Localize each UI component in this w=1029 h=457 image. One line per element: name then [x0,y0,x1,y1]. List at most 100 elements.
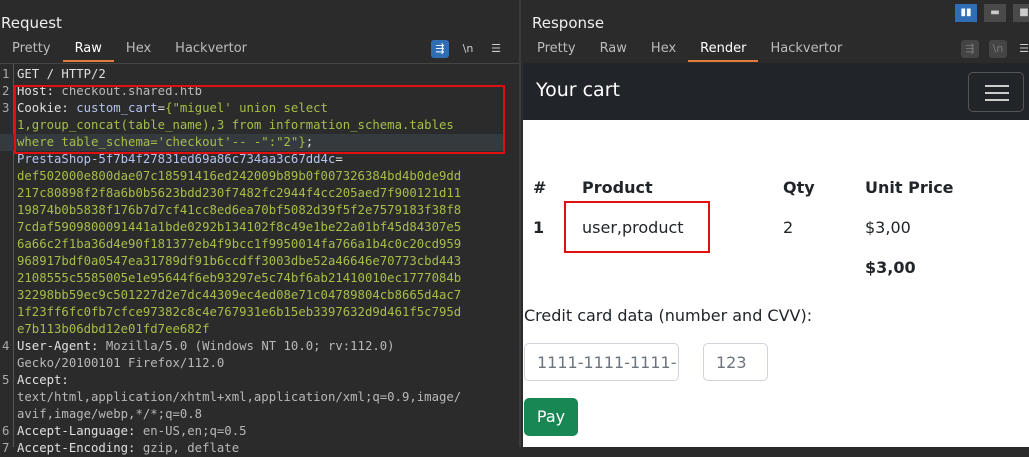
request-line: 2108555c5585005e1e95644f6eb93297e5c74bf6… [0,270,505,287]
token: = [335,152,343,166]
token: en-US,en;q=0.5 [142,424,247,438]
side-by-side-layout-icon[interactable]: ▮▮ [955,4,977,22]
token: 968917bdf0a0547ea31789df91b6ccdff3003dbe… [17,254,462,268]
brand[interactable]: Your cart [536,79,620,101]
row-qty: 2 [783,218,794,237]
token: 1f23ff6fc0fb7cfce97382c8c4e767931e6b15eb… [17,305,462,319]
line-text: e7b113b06dbd12e01fd7ee682f [17,321,210,338]
request-line: 1 GET / HTTP/2 [0,66,505,83]
request-line: 6 Accept-Language: en-US,en;q=0.5 [0,423,505,440]
line-text: Accept-Language: en-US,en;q=0.5 [17,423,247,440]
col-header-product: Product [582,178,653,197]
newline-toggle: \n [989,40,1007,58]
request-line: text/html,application/xhtml+xml,applicat… [0,389,505,406]
request-tabs: Pretty Raw Hex Hackvertor [0,40,259,62]
response-title: Response [532,14,605,32]
token: 2108555c5585005e1e95644f6eb93297e5c74bf6… [17,271,462,285]
line-text: Accept: [17,372,76,389]
line-text: avif,image/webp,*/*;q=0.8 [17,406,202,423]
request-editor[interactable]: 1 GET / HTTP/2 2 Host: checkout.shared.htb 3… [0,63,519,455]
request-line: e7b113b06dbd12e01fd7ee682f [0,321,505,338]
request-line: avif,image/webp,*/*;q=0.8 [0,406,505,423]
menu-icon[interactable]: ☰ [1015,40,1029,58]
request-line: Gecko/20100101 Firefox/112.0 [0,355,505,372]
request-tab-pretty[interactable]: Pretty [0,40,63,62]
line-text: GET / HTTP/2 [17,66,106,83]
request-line: 6a66c2f1ba36d4e90f181377eb4f9bcc1f995001… [0,236,505,253]
cc-label: Credit card data (number and CVV): [524,306,813,325]
token: e7b113b06dbd12e01fd7ee682f [17,322,210,336]
wrap-icon[interactable]: ⇶ [431,40,449,58]
menu-icon[interactable]: ☰ [487,40,505,58]
line-text: 19874b0b5838f176b7d7cf41cc8ed6ea70bf5082… [17,202,461,219]
line-text: Accept-Encoding: gzip, deflate [17,440,239,457]
menu-toggle-button[interactable] [968,72,1024,112]
response-tabs: Pretty Raw Hex Render Hackvertor [525,40,854,62]
line-number: 5 [2,373,10,387]
request-line: 5 Accept: [0,372,505,389]
response-tab-render[interactable]: Render [688,40,759,62]
line-text: 2108555c5585005e1e95644f6eb93297e5c74bf6… [17,270,461,287]
token: Accept-Encoding: [17,441,143,455]
line-text: 968917bdf0a0547ea31789df91b6ccdff3003dbe… [17,253,461,270]
row-price: $3,00 [865,218,911,237]
col-header-qty: Qty [783,178,815,197]
line-text: 32298bb59ec9c501227d2e7dc44309ec4ed08e71… [17,287,461,304]
wrap-icon: ⇶ [961,40,979,58]
card-number-input[interactable]: 1111-1111-1111-1111 [524,343,679,381]
line-text: User-Agent: Mozilla/5.0 (Windows NT 10.0… [17,338,395,355]
token: 7cdaf5909800091441a1bde0292b134102f8c49e… [17,220,462,234]
token: Accept: [17,373,77,387]
request-line: 4 User-Agent: Mozilla/5.0 (Windows NT 10.… [0,338,505,355]
stacked-layout-icon[interactable]: ▬ [984,4,1006,22]
token: 217c80898f2f8a6b0b5623bdd230f7482fc2944f… [17,186,462,200]
request-line: 32298bb59ec9c501227d2e7dc44309ec4ed08e71… [0,287,505,304]
token: 32298bb59ec9c501227d2e7dc44309ec4ed08e71… [17,288,462,302]
single-layout-icon[interactable]: ■ [1013,4,1029,22]
line-number: 3 [2,101,10,115]
line-text: def502000e800dae07c18591416ed242009b89b0… [17,168,461,185]
response-tab-hex[interactable]: Hex [639,40,688,62]
token: PrestaShop-5f7b4f27831ed69a86c734aa3c67d… [17,152,336,166]
token: 19874b0b5838f176b7d7cf41cc8ed6ea70bf5082… [17,203,462,217]
request-tab-raw[interactable]: Raw [62,40,115,62]
request-line: 7cdaf5909800091441a1bde0292b134102f8c49e… [0,219,505,236]
navbar: Your cart [523,63,1029,120]
response-pane: Response ▮▮ ▬ ■ Pretty Raw Hex Render Hackve… [521,0,1029,447]
response-tab-hackvertor[interactable]: Hackvertor [758,40,854,62]
token: Mozilla/5.0 (Windows NT 10.0; rv:112.0) [105,339,395,353]
request-pane: Request Pretty Raw Hex Hackvertor ⇶ \n ☰ 1G… [0,0,519,455]
request-title: Request [1,14,62,32]
line-number: 2 [2,84,10,98]
line-text: 6a66c2f1ba36d4e90f181377eb4f9bcc1f995001… [17,236,461,253]
token: Accept-Language: [17,424,143,438]
pay-button[interactable]: Pay [524,398,578,436]
token: Gecko/20100101 Firefox/112.0 [17,356,225,370]
cvv-input[interactable]: 123 [703,343,768,381]
response-tab-raw[interactable]: Raw [588,40,639,62]
request-line: 1f23ff6fc0fb7cfce97382c8c4e767931e6b15eb… [0,304,505,321]
highlight-box [14,85,505,154]
line-number: 1 [2,67,10,81]
row-num: 1 [533,218,545,237]
col-header-num: # [533,178,547,197]
line-number: 4 [2,339,10,353]
response-tab-pretty[interactable]: Pretty [525,40,588,62]
request-tab-hex[interactable]: Hex [114,40,163,62]
line-text: 1f23ff6fc0fb7cfce97382c8c4e767931e6b15eb… [17,304,461,321]
request-line: 19874b0b5838f176b7d7cf41cc8ed6ea70bf5082… [0,202,505,219]
line-number: 7 [2,441,10,455]
line-text: Gecko/20100101 Firefox/112.0 [17,355,224,372]
line-text: text/html,application/xhtml+xml,applicat… [17,389,461,406]
request-line: def502000e800dae07c18591416ed242009b89b0… [0,168,505,185]
rendered-page: Your cart # Product Qty Unit Price 1 use… [523,63,1029,447]
line-number: 6 [2,424,10,438]
line-text: 217c80898f2f8a6b0b5623bdd230f7482fc2944f… [17,185,461,202]
newline-toggle[interactable]: \n [459,40,477,58]
token: text/html,application/xhtml+xml,applicat… [17,390,462,404]
product-highlight-box [564,201,710,253]
token: gzip, deflate [142,441,240,455]
request-tab-hackvertor[interactable]: Hackvertor [163,40,259,62]
token: GET / HTTP/2 [17,67,106,81]
cart-total: $3,00 [865,258,916,277]
